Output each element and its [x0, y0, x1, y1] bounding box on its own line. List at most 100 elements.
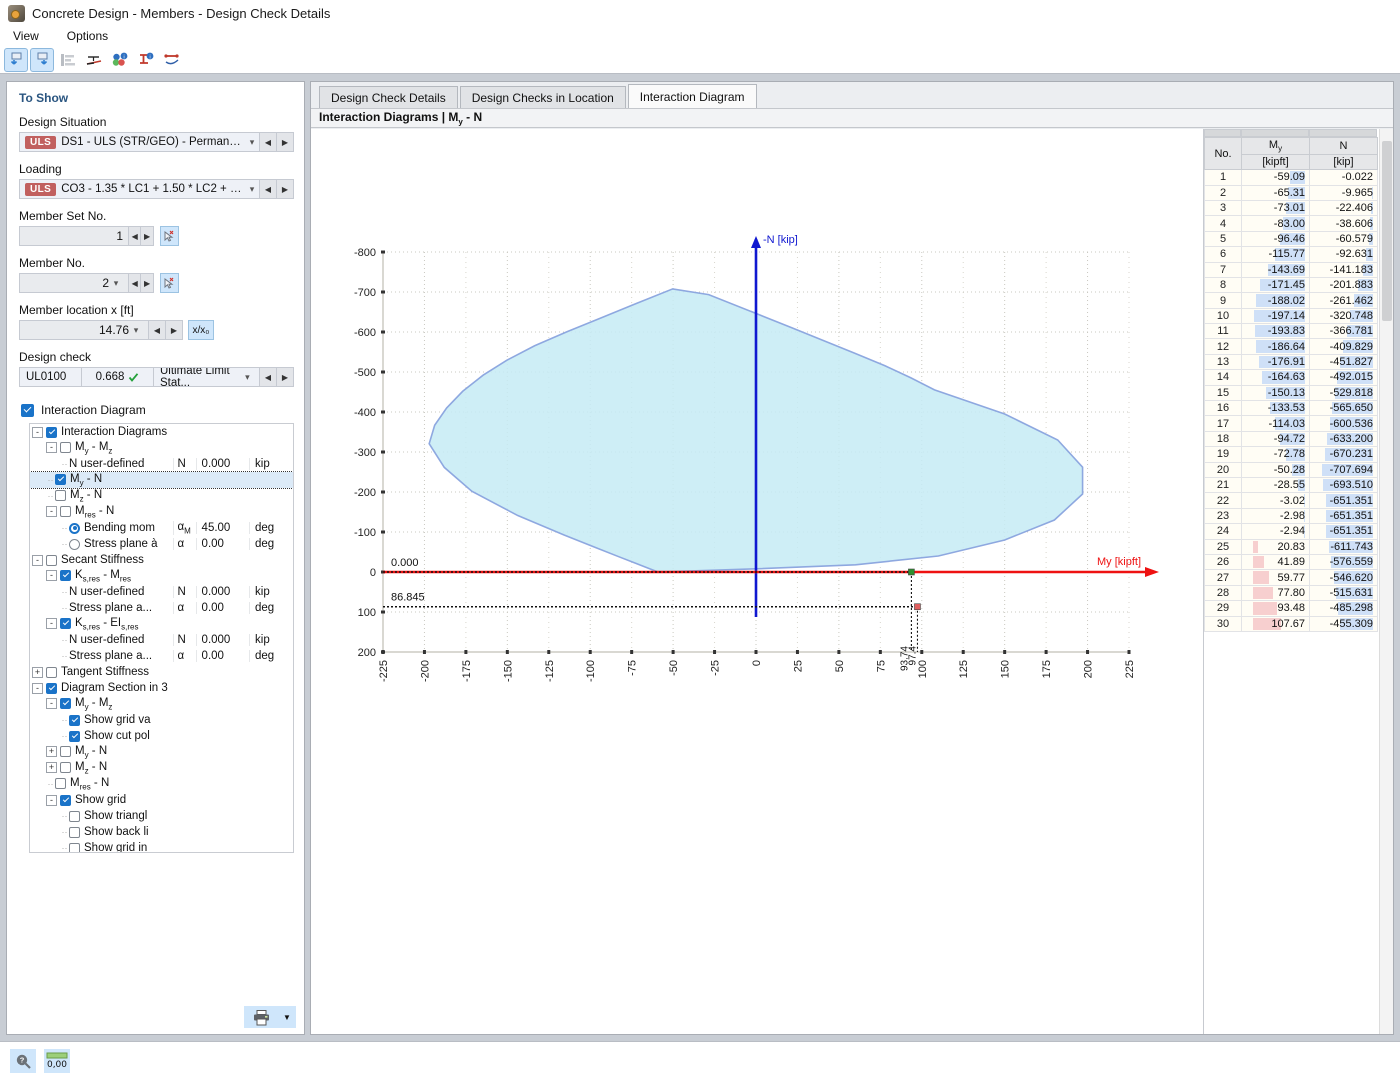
chevron-down-icon[interactable]: ▾: [245, 137, 259, 148]
table-row[interactable]: 28 77.80 -515.631: [1204, 584, 1378, 602]
cell-my[interactable]: -176.91: [1241, 353, 1310, 371]
tree-row[interactable]: - Secant Stiffness: [30, 552, 293, 568]
cell-n[interactable]: -611.743: [1309, 538, 1378, 555]
tree-checkbox[interactable]: [60, 746, 71, 758]
member-location-prev-button[interactable]: ◀: [149, 320, 166, 340]
table-row[interactable]: 17 -114.03 -600.536: [1204, 415, 1378, 432]
cell-my[interactable]: -188.02: [1241, 292, 1310, 309]
tree-expander[interactable]: +: [46, 746, 57, 758]
cell-n[interactable]: -261.462: [1309, 292, 1378, 309]
cell-n[interactable]: -529.818: [1309, 384, 1378, 402]
tree-expander[interactable]: -: [32, 426, 43, 438]
tree-radio[interactable]: [69, 538, 80, 550]
chevron-down-icon[interactable]: ▾: [109, 278, 123, 289]
cell-my[interactable]: -133.53: [1241, 400, 1310, 417]
tree-checkbox[interactable]: [69, 714, 80, 726]
cell-n[interactable]: -22.406: [1309, 199, 1378, 217]
cell-my[interactable]: 41.89: [1241, 553, 1310, 571]
tree-checkbox[interactable]: [60, 442, 71, 454]
cell-my[interactable]: -73.01: [1241, 199, 1310, 217]
cell-my[interactable]: -3.02: [1241, 492, 1310, 509]
member-set-no-next-button[interactable]: ▶: [141, 226, 154, 246]
member-set-pick-icon[interactable]: [159, 226, 179, 246]
tree-row[interactable]: ·· Mz - N: [30, 488, 293, 504]
cell-my[interactable]: -115.77: [1241, 246, 1310, 263]
cell-my[interactable]: -2.98: [1241, 507, 1310, 525]
cell-my[interactable]: 20.83: [1241, 538, 1310, 555]
cell-n[interactable]: -455.309: [1309, 615, 1378, 632]
cell-my[interactable]: -114.03: [1241, 415, 1310, 432]
table-row[interactable]: 4 -83.00 -38.606: [1204, 215, 1378, 232]
col-header-n[interactable]: N: [1309, 136, 1378, 156]
table-row[interactable]: 26 41.89 -576.559: [1204, 553, 1378, 571]
results-table-body[interactable]: 1 -59.09 -0.022 2 -65.31 -9.965 3 -73.01 -22.406…: [1204, 169, 1378, 632]
tree-row[interactable]: + My - N: [30, 744, 293, 760]
table-row[interactable]: 9 -188.02 -261.462: [1204, 292, 1378, 309]
tree-checkbox[interactable]: [60, 794, 71, 806]
tree-expander[interactable]: -: [46, 442, 57, 454]
cell-my[interactable]: 107.67: [1241, 615, 1310, 632]
table-row[interactable]: 23 -2.98 -651.351: [1204, 507, 1378, 525]
cell-n[interactable]: -451.827: [1309, 353, 1378, 371]
member-location-input[interactable]: 14.76 ▾: [19, 320, 149, 340]
loading-next-button[interactable]: ▶: [277, 179, 294, 199]
tree-row[interactable]: ·· Stress plane à α 0.00 deg: [30, 536, 293, 552]
interaction-diagram-checkbox-row[interactable]: Interaction Diagram: [21, 403, 304, 417]
cell-my[interactable]: -2.94: [1241, 523, 1310, 540]
menu-item-view[interactable]: View: [10, 28, 42, 44]
table-row[interactable]: 25 20.83 -611.743: [1204, 538, 1378, 555]
member-set-no-input[interactable]: 1: [19, 226, 129, 246]
results-table[interactable]: No. My N [kipft] [kip] 1 -59.09 -0.022 2 -65…: [1204, 136, 1378, 632]
cell-n[interactable]: -9.965: [1309, 184, 1378, 201]
member-pick-icon[interactable]: [159, 273, 179, 293]
relative-location-toggle[interactable]: x/x₀: [188, 320, 214, 340]
table-scrollbar-thumb[interactable]: [1382, 141, 1392, 321]
cell-n[interactable]: -651.351: [1309, 523, 1378, 540]
table-row[interactable]: 11 -193.83 -366.781: [1204, 323, 1378, 340]
tree-row[interactable]: + Mz - N: [30, 760, 293, 776]
cell-my[interactable]: -186.64: [1241, 338, 1310, 355]
tab-design-check-details[interactable]: Design Check Details: [319, 86, 458, 108]
tree-expander[interactable]: -: [46, 794, 57, 806]
design-check-prev-button[interactable]: ◀: [260, 367, 277, 387]
cell-n[interactable]: -366.781: [1309, 323, 1378, 340]
tree-expander[interactable]: -: [32, 554, 43, 566]
tree-value[interactable]: 0.00: [195, 538, 249, 550]
tree-checkbox[interactable]: [46, 682, 57, 694]
options-tree[interactable]: - Interaction Diagrams - My - Mz ·· N user-de…: [29, 423, 294, 853]
tree-row[interactable]: ·· Show triangl: [30, 808, 293, 824]
cell-my[interactable]: -143.69: [1241, 261, 1310, 278]
table-row[interactable]: 2 -65.31 -9.965: [1204, 184, 1378, 201]
cell-my[interactable]: -197.14: [1241, 307, 1310, 325]
tree-row[interactable]: - Diagram Section in 3: [30, 680, 293, 696]
table-row[interactable]: 10 -197.14 -320.748: [1204, 307, 1378, 325]
table-row[interactable]: 1 -59.09 -0.022: [1204, 169, 1378, 186]
loading-prev-button[interactable]: ◀: [260, 179, 277, 199]
help-magnifier-icon[interactable]: ?: [10, 1049, 36, 1073]
design-situation-combo[interactable]: ULS DS1 - ULS (STR/GEO) - Permanent a...…: [19, 132, 260, 152]
info-red-member-icon[interactable]: i: [134, 48, 158, 72]
cell-my[interactable]: -94.72: [1241, 430, 1310, 448]
tree-checkbox[interactable]: [46, 426, 57, 438]
tree-expander[interactable]: -: [46, 698, 57, 710]
tree-row[interactable]: ·· Show cut pol: [30, 728, 293, 744]
chevron-down-icon[interactable]: ▾: [242, 372, 253, 383]
cell-my[interactable]: -171.45: [1241, 276, 1310, 294]
tree-value[interactable]: 0.00: [195, 602, 249, 614]
cell-n[interactable]: -320.748: [1309, 307, 1378, 325]
tree-checkbox[interactable]: [60, 698, 71, 710]
cell-n[interactable]: -651.351: [1309, 507, 1378, 525]
table-row[interactable]: 6 -115.77 -92.631: [1204, 246, 1378, 263]
table-row[interactable]: 16 -133.53 -565.650: [1204, 400, 1378, 417]
member-location-next-button[interactable]: ▶: [166, 320, 183, 340]
tree-row[interactable]: ·· Mres - N: [30, 776, 293, 792]
tree-checkbox[interactable]: [55, 778, 66, 790]
cell-n[interactable]: -651.351: [1309, 492, 1378, 509]
member-no-input[interactable]: 2 ▾: [19, 273, 129, 293]
tree-checkbox[interactable]: [69, 810, 80, 822]
tree-value[interactable]: 0.000: [195, 586, 249, 598]
table-row[interactable]: 29 93.48 -485.298: [1204, 600, 1378, 617]
tree-checkbox[interactable]: [69, 826, 80, 838]
chevron-down-icon[interactable]: ▾: [129, 325, 143, 336]
member-no-prev-button[interactable]: ◀: [129, 273, 142, 293]
